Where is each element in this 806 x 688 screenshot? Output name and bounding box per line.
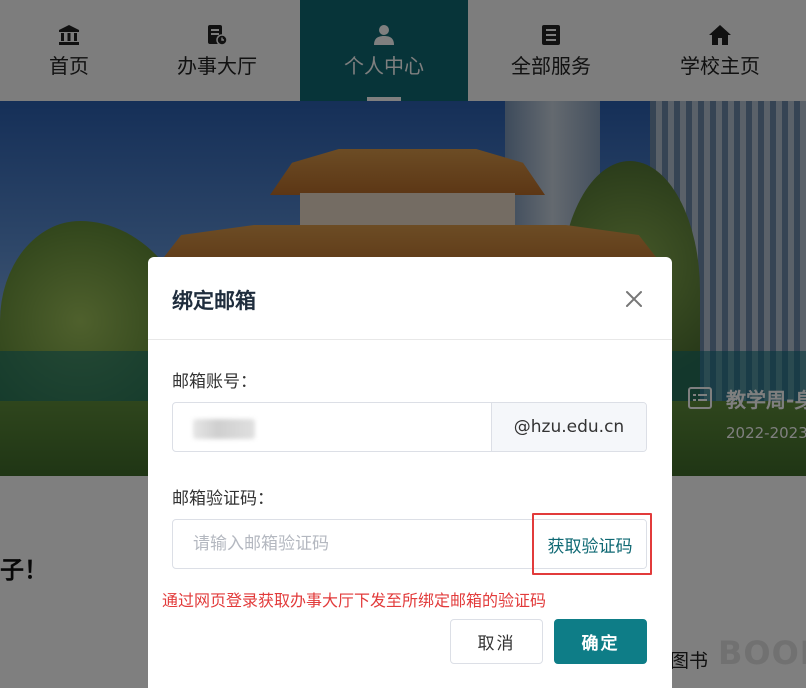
verification-code-input[interactable]: [173, 520, 534, 568]
close-icon[interactable]: [622, 287, 646, 311]
code-label: 邮箱验证码：: [172, 489, 274, 509]
email-label: 邮箱账号：: [172, 372, 257, 392]
code-field-group: 获取验证码: [172, 519, 647, 569]
confirm-button[interactable]: 确定: [554, 619, 647, 664]
cancel-button[interactable]: 取消: [450, 619, 543, 664]
get-code-button[interactable]: 获取验证码: [534, 520, 646, 568]
email-field-group: @hzu.edu.cn: [172, 402, 647, 452]
dialog-title: 绑定邮箱: [172, 289, 256, 313]
redacted-email: [193, 419, 255, 439]
email-suffix: @hzu.edu.cn: [491, 403, 646, 451]
bind-email-dialog: 绑定邮箱 邮箱账号： @hzu.edu.cn 邮箱验证码： 获取验证码 通过网页…: [148, 257, 672, 688]
hint-text: 通过网页登录获取办事大厅下发至所绑定邮箱的验证码: [162, 591, 547, 610]
dialog-divider: [148, 339, 672, 340]
